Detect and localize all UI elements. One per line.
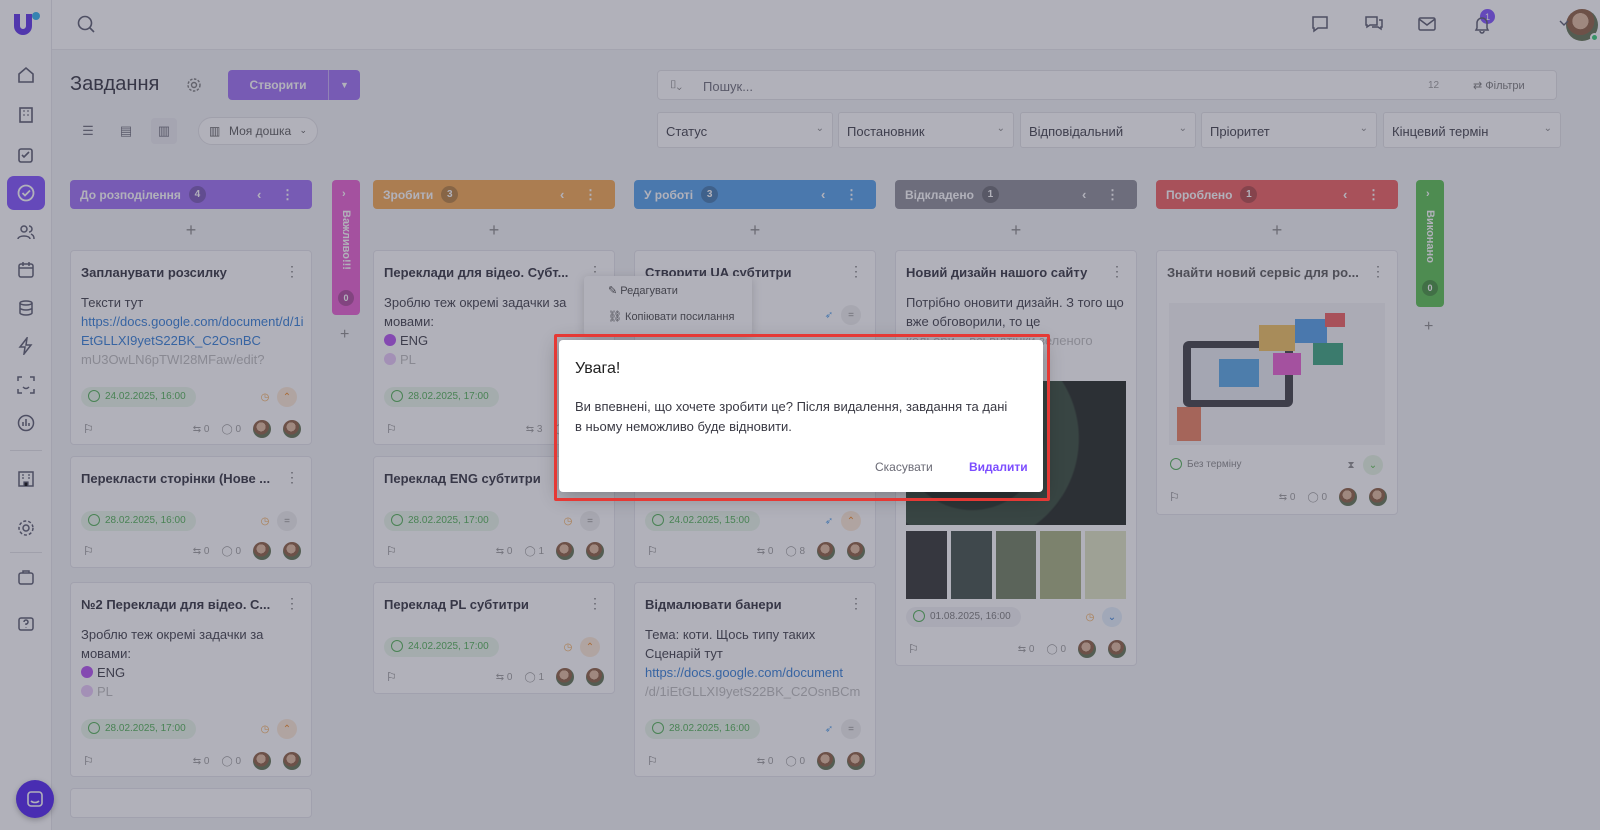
highlight-frame xyxy=(554,334,1050,501)
